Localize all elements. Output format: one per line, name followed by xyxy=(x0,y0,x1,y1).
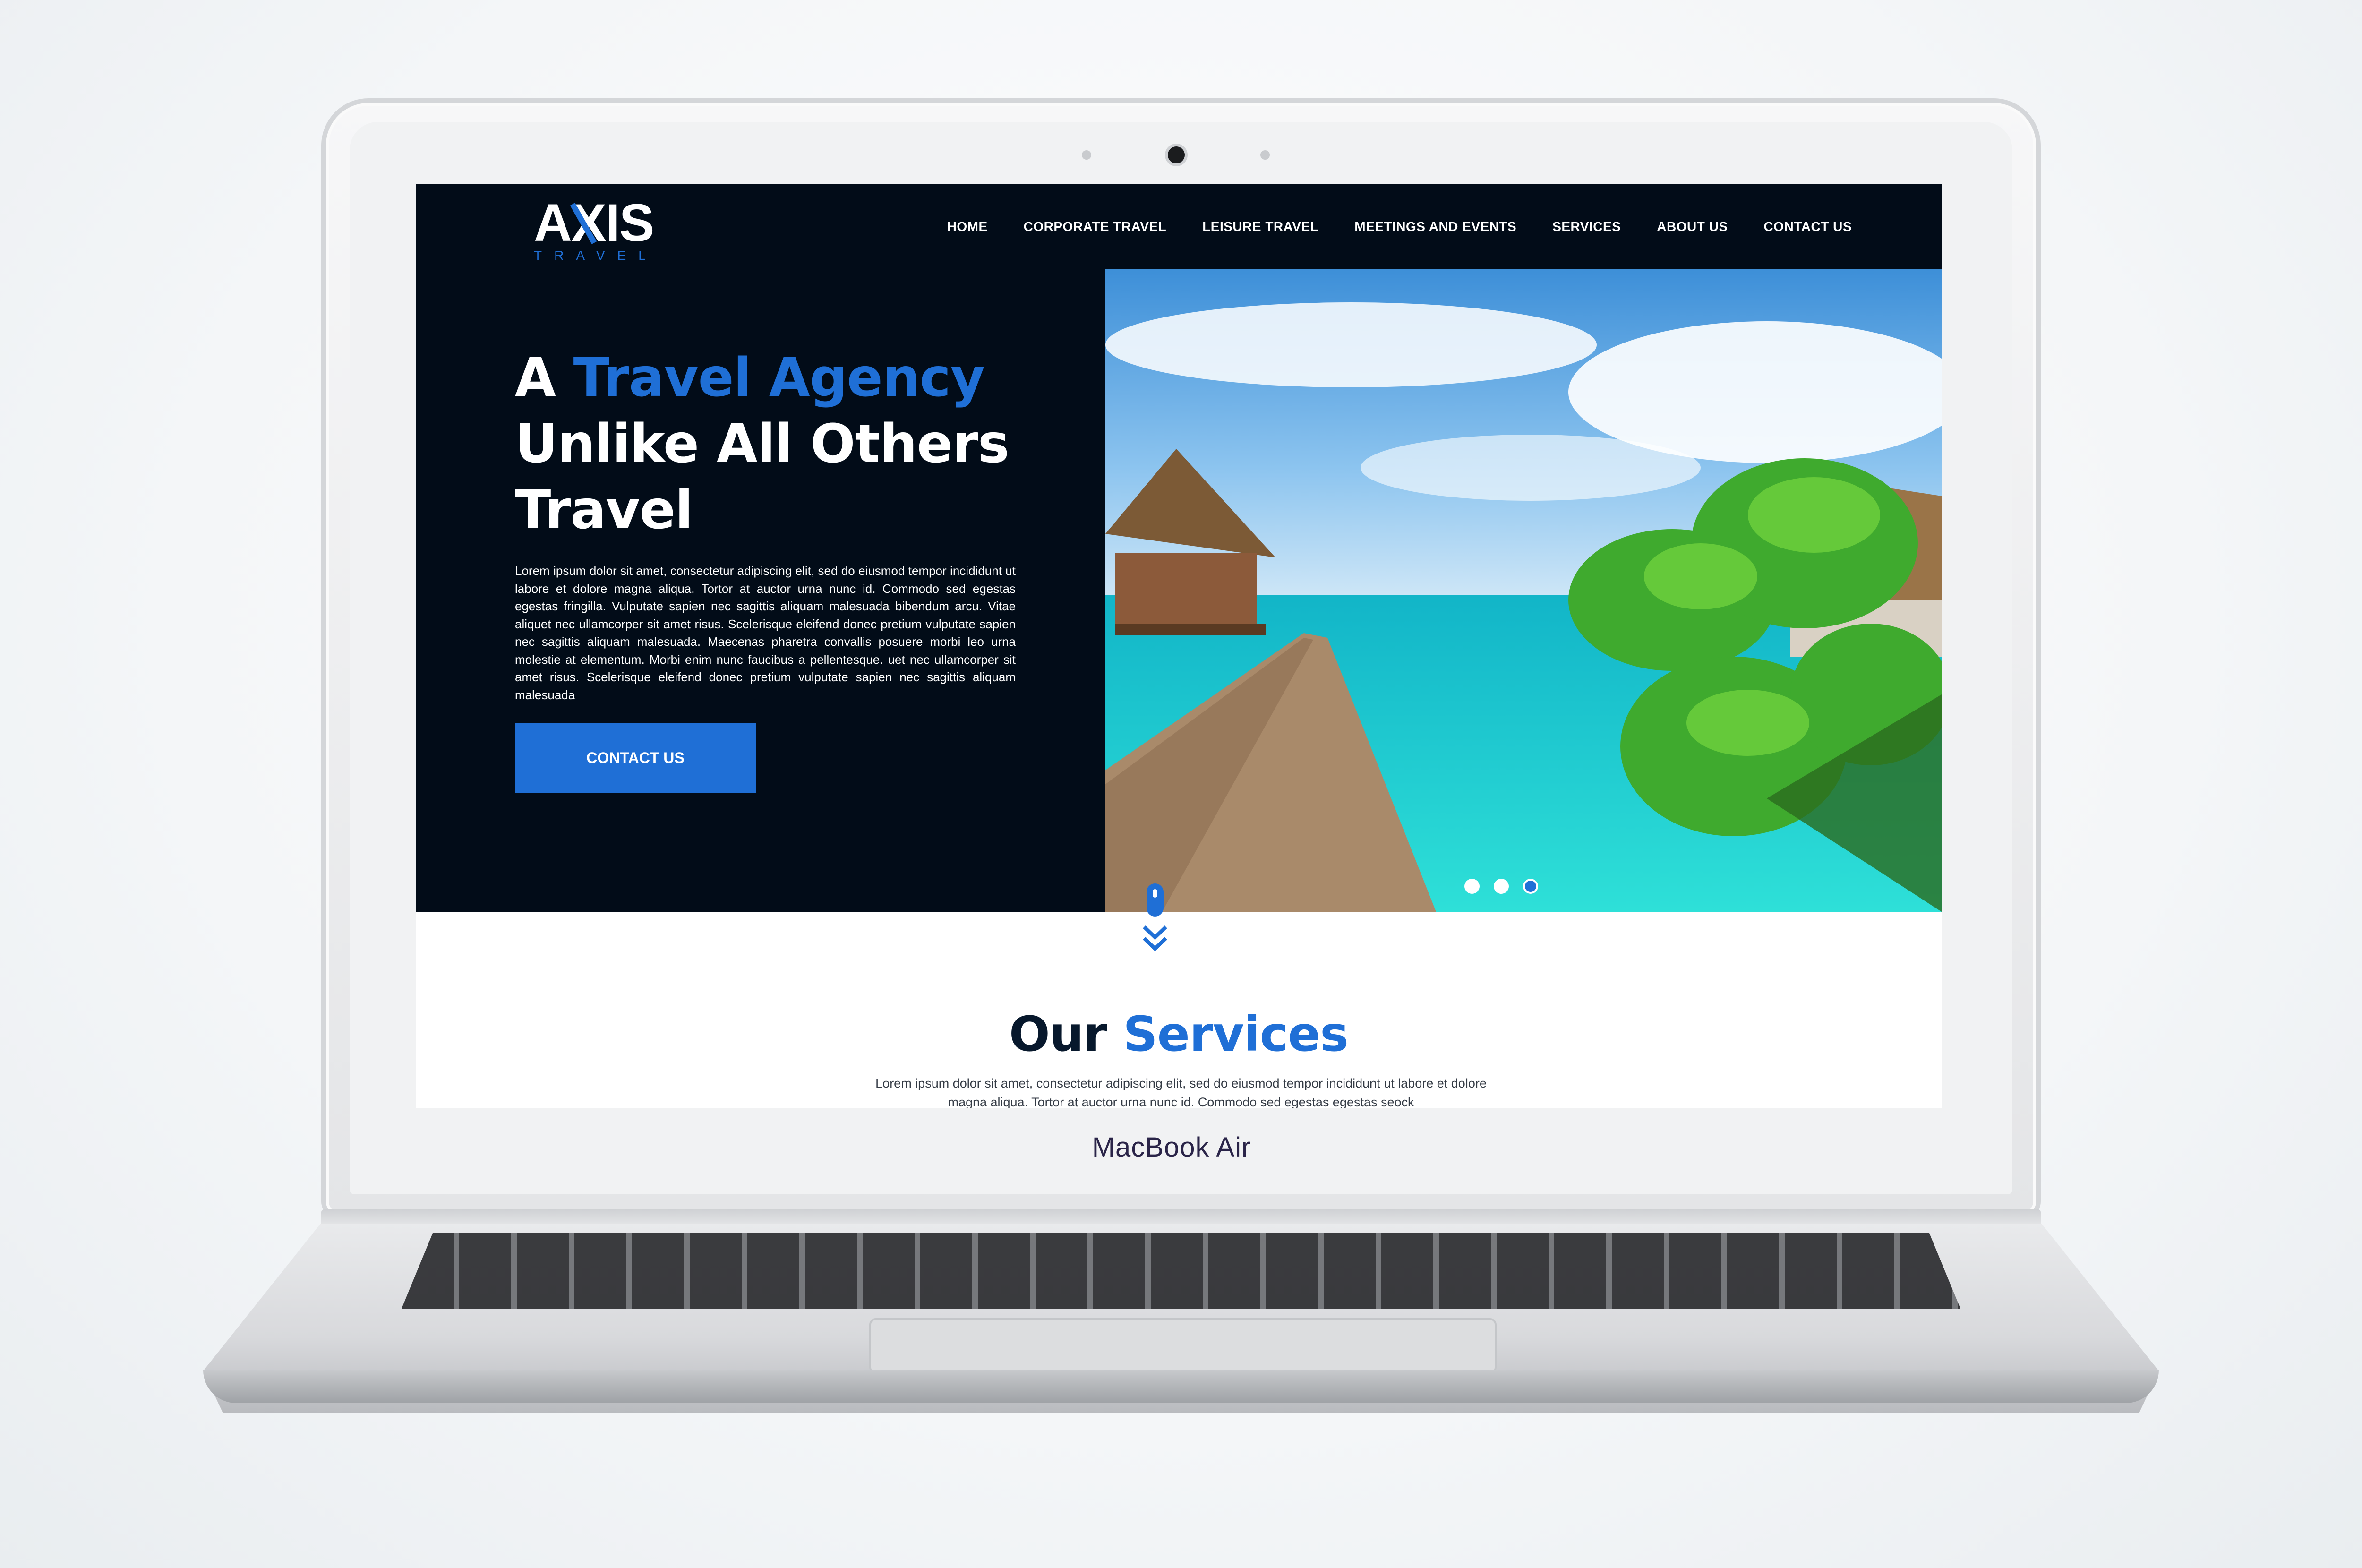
nav-item-leisure-travel[interactable]: LEISURE TRAVEL xyxy=(1202,219,1318,234)
nav-item-corporate-travel[interactable]: CORPORATE TRAVEL xyxy=(1024,219,1167,234)
hero-title: A Travel Agency Unlike All Others Travel xyxy=(515,345,1035,543)
services-title: Our Services xyxy=(416,1006,1942,1062)
site-logo[interactable]: AXIS TRAVEL xyxy=(534,194,685,265)
services-title-accent: Services xyxy=(1123,1006,1349,1062)
screen: AXIS TRAVEL HOME CORPORATE TRAVEL LEISUR… xyxy=(416,184,1942,1108)
services-description: Lorem ipsum dolor sit amet, consectetur … xyxy=(875,1076,1487,1108)
site-header: AXIS TRAVEL HOME CORPORATE TRAVEL LEISUR… xyxy=(416,184,1942,269)
ambient-sensor xyxy=(1260,150,1270,160)
nav-item-contact-us[interactable]: CONTACT US xyxy=(1764,219,1852,234)
device-label: MacBook Air xyxy=(1092,1132,1251,1163)
ambient-sensor xyxy=(1082,150,1091,160)
trackpad xyxy=(869,1318,1497,1374)
hero-text-panel: A Travel Agency Unlike All Others Travel… xyxy=(416,269,1105,912)
logo-sub-text: TRAVEL xyxy=(534,248,658,263)
webcam-icon xyxy=(1168,146,1185,163)
nav-item-services[interactable]: SERVICES xyxy=(1552,219,1621,234)
hero-title-part1: A xyxy=(515,347,573,409)
slider-dot-1[interactable] xyxy=(1464,879,1480,894)
slider-dots xyxy=(1464,879,1538,894)
hero-description: Lorem ipsum dolor sit amet, consectetur … xyxy=(515,564,1016,702)
slider-dot-3[interactable] xyxy=(1523,879,1538,894)
hero-slider xyxy=(1105,269,1942,912)
hero-image xyxy=(1105,269,1942,912)
hero-title-line3: Travel xyxy=(515,480,693,541)
logo-main-text: AXIS xyxy=(534,194,653,252)
services-title-part1: Our xyxy=(1009,1006,1123,1062)
laptop-base-edge xyxy=(203,1370,2159,1403)
keyboard xyxy=(402,1233,1960,1309)
scroll-down-icon[interactable] xyxy=(1134,883,1176,964)
slider-dot-2[interactable] xyxy=(1494,879,1509,894)
nav-item-meetings-and-events[interactable]: MEETINGS AND EVENTS xyxy=(1354,219,1516,234)
nav-item-home[interactable]: HOME xyxy=(947,219,988,234)
main-nav: HOME CORPORATE TRAVEL LEISURE TRAVEL MEE… xyxy=(947,184,1852,269)
hero-title-line2: Unlike All Others xyxy=(515,413,1010,475)
contact-us-button[interactable]: CONTACT US xyxy=(515,723,756,793)
hero-title-accent: Travel Agency xyxy=(573,347,985,409)
nav-item-about-us[interactable]: ABOUT US xyxy=(1657,219,1728,234)
